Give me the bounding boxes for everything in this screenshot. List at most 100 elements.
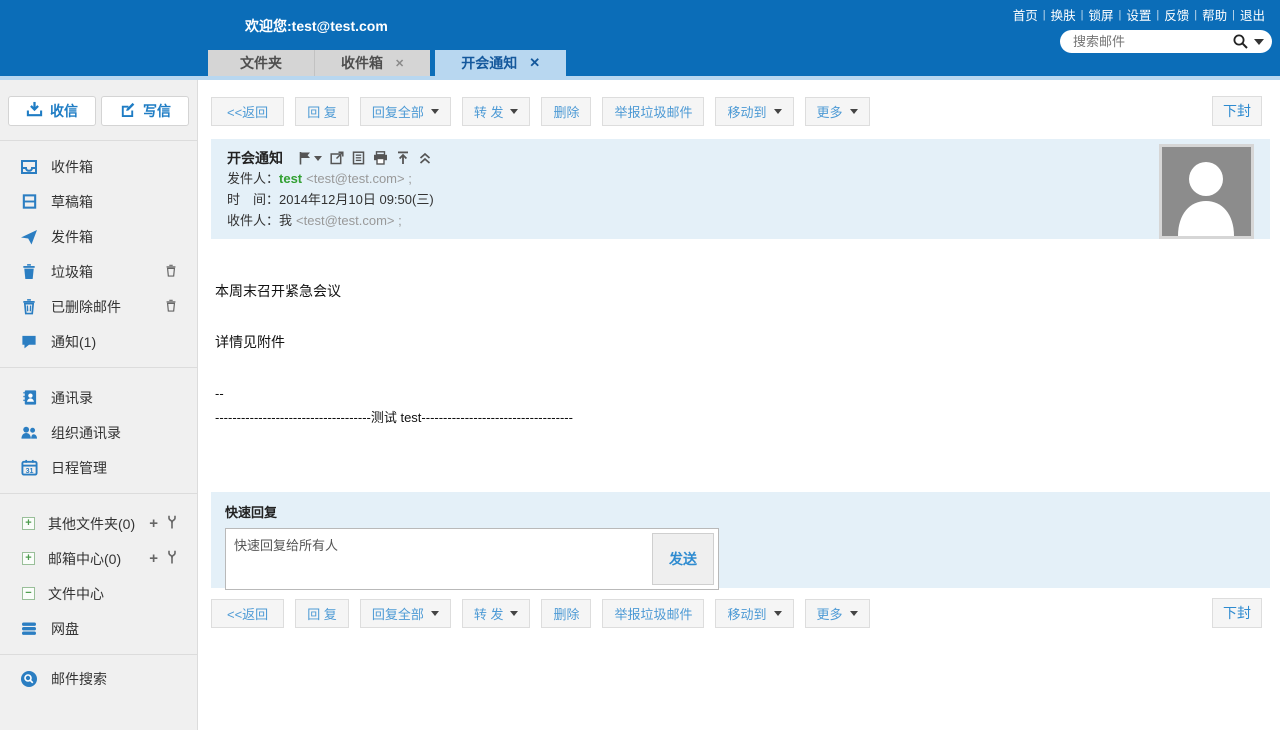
compose-mail-button[interactable]: 写信 — [101, 96, 189, 126]
sidebar-item-contacts[interactable]: 通讯录 — [0, 380, 197, 415]
sidebar-item-file-center[interactable]: − 文件中心 — [0, 576, 197, 611]
sidebar-item-inbox[interactable]: 收件箱 — [0, 149, 197, 184]
sender-name[interactable]: test — [279, 168, 302, 189]
expand-plus-icon[interactable]: + — [22, 517, 35, 530]
link-logout[interactable]: 退出 — [1235, 5, 1270, 24]
next-mail-label: 下封 — [1223, 603, 1251, 623]
forward-label: 转 发 — [474, 604, 504, 623]
link-feedback[interactable]: 反馈 — [1159, 5, 1194, 24]
sidebar-item-notice[interactable]: 通知(1) — [0, 324, 197, 359]
expand-plus-icon[interactable]: + — [22, 552, 35, 565]
chevron-down-icon — [850, 109, 858, 114]
link-lock[interactable]: 锁屏 — [1083, 5, 1118, 24]
sidebar-item-mail-search[interactable]: 邮件搜索 — [0, 661, 197, 696]
chevron-down-icon — [431, 611, 439, 616]
search-options-arrow-icon[interactable] — [1254, 39, 1264, 45]
add-folder-icon[interactable]: + — [149, 516, 158, 531]
expand-minus-icon[interactable]: − — [22, 587, 35, 600]
move-to-button[interactable]: 移动到 — [715, 97, 793, 126]
sidebar: 收信 写信 收件箱 草稿箱 发件箱 垃圾箱 — [0, 80, 198, 730]
body-line: 详情见附件 — [215, 332, 1270, 352]
sidebar-item-sent[interactable]: 发件箱 — [0, 219, 197, 254]
tab-bar: 文件夹 收件箱✕ 开会通知✕ — [208, 50, 566, 76]
add-folder-icon[interactable]: + — [149, 551, 158, 566]
more-label: 更多 — [817, 102, 843, 121]
tab-inbox[interactable]: 收件箱✕ — [315, 50, 430, 76]
search-input[interactable] — [1073, 34, 1232, 49]
link-settings[interactable]: 设置 — [1121, 5, 1156, 24]
receive-mail-button[interactable]: 收信 — [8, 96, 96, 126]
sidebar-item-deleted[interactable]: 已删除邮件 — [0, 289, 197, 324]
back-button[interactable]: <<返回 — [211, 599, 284, 628]
move-to-top-icon[interactable] — [396, 151, 410, 165]
welcome-text: 欢迎您:test@test.com — [245, 16, 388, 36]
junk-trash-icon — [20, 263, 38, 281]
time-label: 时 间： — [227, 189, 279, 210]
flag-icon[interactable] — [299, 151, 322, 165]
sidebar-item-netdisk[interactable]: 网盘 — [0, 611, 197, 646]
reply-all-button[interactable]: 回复全部 — [360, 97, 451, 126]
sidebar-divider — [0, 493, 197, 494]
close-icon[interactable]: ✕ — [529, 55, 540, 71]
more-button[interactable]: 更多 — [805, 599, 870, 628]
svg-text:31: 31 — [25, 467, 33, 475]
open-in-new-window-icon[interactable] — [330, 151, 344, 165]
reply-all-button[interactable]: 回复全部 — [360, 599, 451, 628]
fork-icon[interactable] — [167, 515, 177, 532]
forward-button[interactable]: 转 发 — [462, 599, 531, 628]
time-row: 时 间： 2014年12月10日 09:50(三) — [227, 189, 1254, 210]
sidebar-item-other-folders[interactable]: + 其他文件夹(0) + — [0, 506, 197, 541]
print-icon[interactable] — [373, 151, 388, 165]
link-help[interactable]: 帮助 — [1197, 5, 1232, 24]
search-icon[interactable] — [1232, 33, 1249, 50]
tab-message[interactable]: 开会通知✕ — [435, 50, 566, 76]
reply-button[interactable]: 回 复 — [295, 97, 349, 126]
group-list: + 其他文件夹(0) + + 邮箱中心(0) + − 文件中心 — [0, 498, 197, 650]
empty-junk-icon[interactable] — [165, 264, 177, 280]
deleted-trash-icon — [20, 298, 38, 316]
report-spam-button[interactable]: 举报垃圾邮件 — [602, 599, 704, 628]
link-home[interactable]: 首页 — [1008, 5, 1043, 24]
report-spam-button[interactable]: 举报垃圾邮件 — [602, 97, 704, 126]
quick-reply-input[interactable] — [230, 533, 652, 585]
sidebar-item-mailbox-center[interactable]: + 邮箱中心(0) + — [0, 541, 197, 576]
chevron-down-icon — [850, 611, 858, 616]
send-button[interactable]: 发送 — [652, 533, 714, 585]
sender-email: <test@test.com> ; — [306, 168, 412, 189]
quick-reply-box: 发送 — [225, 528, 719, 590]
move-to-button[interactable]: 移动到 — [715, 599, 793, 628]
sidebar-item-org-contacts[interactable]: 组织通讯录 — [0, 415, 197, 450]
collapse-header-icon[interactable] — [418, 151, 432, 165]
sidebar-item-drafts[interactable]: 草稿箱 — [0, 184, 197, 219]
next-mail-button[interactable]: 下封 — [1212, 598, 1262, 628]
more-button[interactable]: 更多 — [805, 97, 870, 126]
next-mail-button[interactable]: 下封 — [1212, 96, 1262, 126]
from-row: 发件人： test <test@test.com> ; — [227, 168, 1254, 189]
to-label: 收件人： — [227, 210, 279, 231]
quick-reply-panel: 快速回复 发送 — [211, 492, 1270, 588]
delete-label: 删除 — [553, 604, 579, 623]
reply-label: 回 复 — [307, 102, 337, 121]
delete-button[interactable]: 删除 — [541, 599, 591, 628]
reply-label: 回 复 — [307, 604, 337, 623]
fork-icon[interactable] — [167, 550, 177, 567]
forward-button[interactable]: 转 发 — [462, 97, 531, 126]
sidebar-item-calendar[interactable]: 31 日程管理 — [0, 450, 197, 485]
contacts-book-icon — [20, 389, 38, 407]
move-to-label: 移动到 — [727, 102, 766, 121]
recipient-name[interactable]: 我 — [279, 210, 292, 231]
sidebar-item-label: 已删除邮件 — [51, 297, 121, 317]
signature-line: ------------------------------------测试 t… — [215, 407, 1270, 426]
compose-icon — [119, 101, 136, 121]
view-source-icon[interactable] — [352, 151, 365, 165]
to-row: 收件人： 我 <test@test.com> ; — [227, 210, 1254, 231]
link-skin[interactable]: 换肤 — [1046, 5, 1081, 24]
back-button[interactable]: <<返回 — [211, 97, 284, 126]
tab-folders[interactable]: 文件夹 — [208, 50, 315, 76]
sidebar-item-label: 通讯录 — [51, 388, 93, 408]
sidebar-item-junk[interactable]: 垃圾箱 — [0, 254, 197, 289]
reply-button[interactable]: 回 复 — [295, 599, 349, 628]
close-icon[interactable]: ✕ — [395, 57, 404, 70]
empty-deleted-icon[interactable] — [165, 299, 177, 315]
delete-button[interactable]: 删除 — [541, 97, 591, 126]
